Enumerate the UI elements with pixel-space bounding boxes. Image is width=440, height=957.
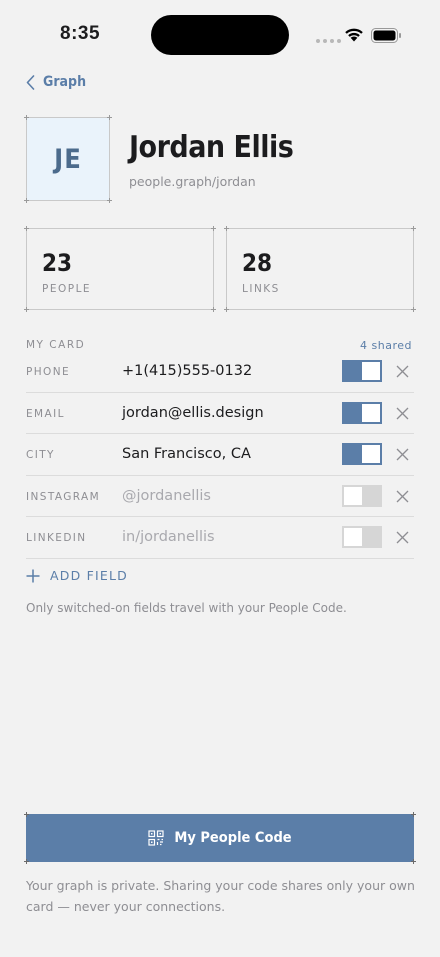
battery-icon: [371, 28, 401, 43]
field-label: EMAIL: [26, 407, 65, 420]
field-row-instagram: INSTAGRAM @jordanellis: [26, 476, 414, 518]
my-card-title: MY CARD: [26, 339, 86, 351]
close-icon[interactable]: [396, 490, 409, 503]
privacy-footnote: Your graph is private. Sharing your code…: [26, 878, 415, 914]
field-value[interactable]: in/jordanellis: [122, 529, 215, 545]
close-icon[interactable]: [396, 531, 409, 544]
field-label: INSTAGRAM: [26, 490, 101, 503]
status-bar: 8:35: [0, 0, 440, 70]
field-toggle[interactable]: [342, 401, 382, 424]
field-value[interactable]: +1(415)555-0132: [122, 363, 252, 379]
add-field-button[interactable]: ADD FIELD: [26, 568, 128, 583]
back-label: Graph: [43, 74, 87, 90]
fields-hint: Only switched-on fields travel with your…: [26, 601, 347, 615]
cellular-signal-icon: [316, 39, 341, 43]
field-label: CITY: [26, 449, 55, 462]
field-label: PHONE: [26, 366, 70, 378]
avatar-initials: JE: [54, 143, 82, 175]
field-toggle[interactable]: [342, 526, 382, 549]
plus-icon: [26, 569, 40, 582]
field-value[interactable]: jordan@ellis.design: [122, 405, 264, 421]
field-toggle[interactable]: [342, 484, 382, 507]
card-fields-list: PHONE +1(415)555-0132 EMAIL jordan@ellis…: [26, 351, 414, 559]
field-value[interactable]: @jordanellis: [122, 488, 211, 504]
field-row-linkedin: LINKEDIN in/jordanellis: [26, 517, 414, 559]
profile-handle: people.graph/jordan: [129, 174, 256, 189]
avatar: JE: [24, 115, 112, 203]
field-value[interactable]: San Francisco, CA: [122, 446, 251, 462]
qr-code-icon: [148, 830, 164, 846]
field-toggle[interactable]: [342, 443, 382, 466]
field-row-email: EMAIL jordan@ellis.design: [26, 393, 414, 435]
field-label: LINKEDIN: [26, 532, 87, 545]
field-toggle[interactable]: [342, 360, 382, 382]
my-people-code-button[interactable]: My People Code: [24, 812, 416, 864]
close-icon[interactable]: [396, 407, 409, 420]
wifi-icon: [345, 28, 363, 42]
stat-people[interactable]: 23 PEOPLE: [24, 226, 216, 312]
my-people-code-label: My People Code: [174, 830, 292, 846]
stat-links-label: LINKS: [242, 283, 280, 295]
chevron-left-icon: [26, 74, 35, 90]
stat-links[interactable]: 28 LINKS: [224, 226, 416, 312]
stat-links-value: 28: [242, 249, 273, 277]
field-row-phone: PHONE +1(415)555-0132: [26, 351, 414, 393]
dynamic-island: [151, 15, 289, 55]
profile-name: Jordan Ellis: [129, 130, 294, 165]
status-time: 8:35: [60, 23, 101, 44]
add-field-label: ADD FIELD: [50, 568, 128, 583]
close-icon[interactable]: [396, 365, 409, 378]
close-icon[interactable]: [396, 448, 409, 461]
stat-people-value: 23: [42, 249, 73, 277]
stat-people-label: PEOPLE: [42, 283, 92, 295]
back-button[interactable]: Graph: [26, 72, 86, 92]
field-row-city: CITY San Francisco, CA: [26, 434, 414, 476]
